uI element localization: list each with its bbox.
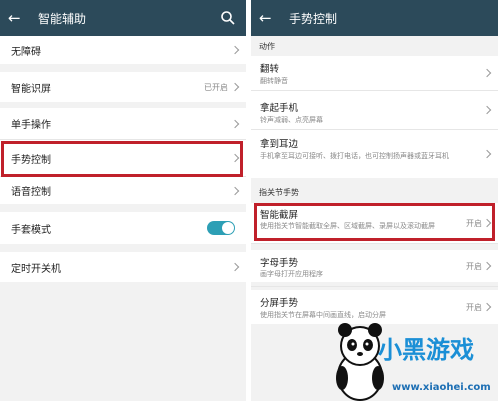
chevron-right-icon [482,149,492,159]
chevron-right-icon [482,261,492,271]
watermark: 小黑游戏 www.xiaohei.com [330,318,498,401]
setting-label: 手套模式 [11,224,51,236]
setting-row-one-hand[interactable]: 单手操作 [0,108,246,139]
setting-label: 定时开关机 [11,263,61,275]
section-header-actions: 动作 [251,36,498,56]
setting-row-voice-control[interactable]: 语音控制 [0,177,246,204]
setting-row-accessibility[interactable]: 无障碍 [0,36,246,64]
chevron-right-icon [482,302,492,312]
highlight-box [1,141,243,177]
watermark-brand: 小黑游戏 [378,336,474,364]
glove-mode-toggle[interactable] [207,221,235,235]
item-title: 拿到耳边 [260,139,299,150]
gesture-item-pick-up[interactable]: 拿起手机 铃声减弱、点亮屏幕 [251,91,498,129]
chevron-right-icon [230,119,240,128]
setting-label: 语音控制 [11,187,51,198]
setting-row-glove-mode: 手套模式 [0,212,246,244]
gesture-item-letter[interactable]: 字母手势 画字母打开应用程序 开启 [251,250,498,282]
section-label: 动作 [259,42,275,51]
setting-label: 无障碍 [11,46,41,58]
setting-label: 单手操作 [11,120,51,131]
setting-row-smart-screen-recognition[interactable]: 智能识屏 已开启 [0,72,246,102]
divider [251,286,498,287]
item-subtitle: 画字母打开应用程序 [260,270,323,278]
highlight-box [254,203,495,241]
item-subtitle: 翻转静音 [260,77,288,85]
back-arrow-icon[interactable]: ← [8,10,28,26]
setting-row-scheduled-power[interactable]: 定时开关机 [0,252,246,282]
section-header-knuckle-gestures: 指关节手势 [251,182,498,202]
left-screen: ← 智能辅助 无障碍 智能识屏 已开启 单手操作 手势控制 语音控制 手套模式 … [0,0,246,401]
right-page-title: 手势控制 [289,11,338,26]
item-title: 翻转 [260,64,280,75]
chevron-right-icon [230,186,240,195]
setting-label: 智能识屏 [11,83,51,95]
watermark-url: www.xiaohei.com [392,382,491,393]
item-subtitle: 手机拿至耳边可接听、拨打电话，也可控制扬声器或蓝牙耳机 [260,152,449,160]
section-label: 指关节手势 [259,188,299,197]
setting-status: 已开启 [204,82,228,92]
right-app-bar: ← 手势控制 [251,0,498,36]
chevron-right-icon [482,68,492,78]
chevron-right-icon [230,82,240,92]
item-title: 字母手势 [260,258,299,269]
item-status: 开启 [466,262,482,271]
search-icon[interactable] [220,10,236,26]
item-title: 拿起手机 [260,103,299,114]
chevron-right-icon [482,105,492,115]
toggle-knob [222,222,234,234]
item-subtitle: 铃声减弱、点亮屏幕 [260,116,323,124]
item-title: 分屏手势 [260,298,299,309]
left-page-title: 智能辅助 [38,11,87,26]
back-arrow-icon[interactable]: ← [259,10,279,26]
gesture-item-flip[interactable]: 翻转 翻转静音 [251,56,498,90]
chevron-right-icon [230,262,240,272]
gesture-item-raise-to-ear[interactable]: 拿到耳边 手机拿至耳边可接听、拨打电话，也可控制扬声器或蓝牙耳机 [251,130,498,178]
divider [251,243,498,244]
chevron-right-icon [230,45,240,55]
item-status: 开启 [466,303,482,312]
left-app-bar: ← 智能辅助 [0,0,246,36]
